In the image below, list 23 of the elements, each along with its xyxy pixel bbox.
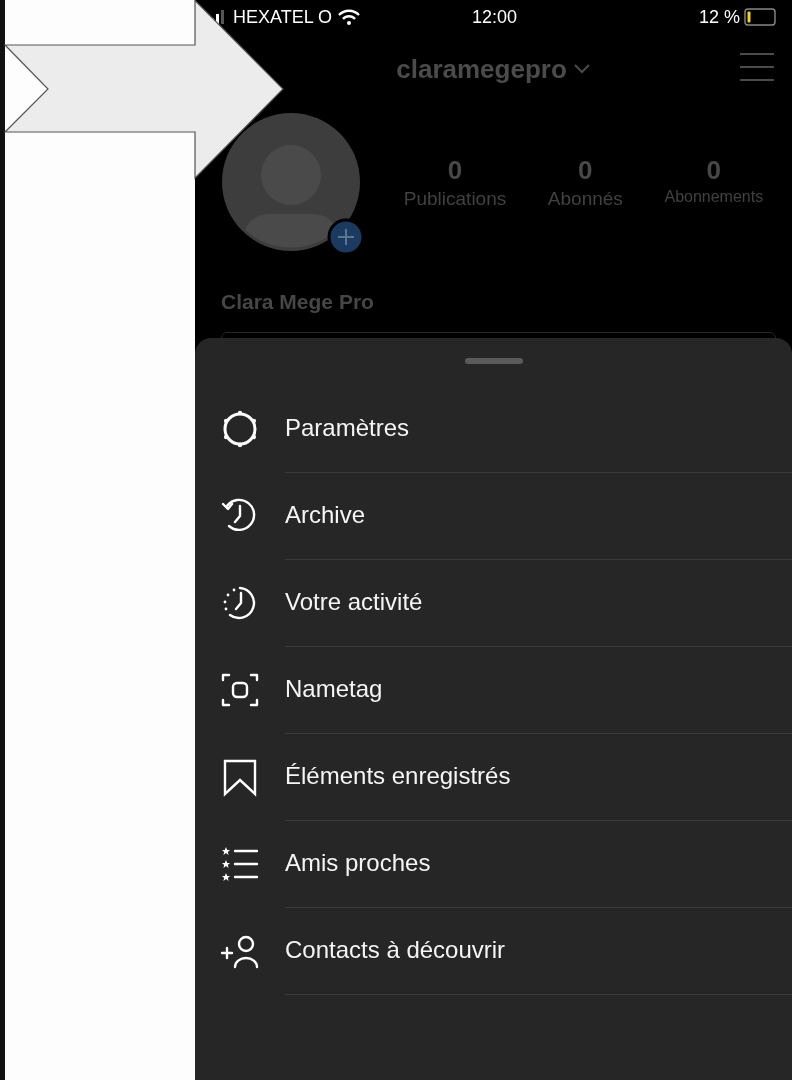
battery-percent: 12 % bbox=[698, 6, 740, 28]
stat-label: Abonnés bbox=[547, 187, 623, 210]
menu-item[interactable]: Archive bbox=[285, 501, 366, 529]
stat-count: 0 bbox=[578, 154, 593, 186]
clock-time: 12:00 bbox=[471, 6, 517, 28]
add-icon[interactable] bbox=[327, 218, 365, 256]
menu-icon[interactable] bbox=[740, 52, 774, 82]
carrier-name: HEXATEL O bbox=[233, 6, 333, 28]
menu-item[interactable]: Votre activité bbox=[285, 588, 423, 616]
wifi-icon bbox=[338, 9, 361, 25]
drag-handle[interactable] bbox=[464, 358, 523, 364]
battery-icon bbox=[744, 8, 778, 26]
menu-item[interactable]: Amis proches bbox=[285, 849, 431, 877]
profile-name: Clara Mege Pro bbox=[221, 290, 374, 314]
stat-label: Publications bbox=[403, 187, 507, 210]
menu-item[interactable]: Contacts à découvrir bbox=[285, 936, 506, 964]
stat-label: Abonnements bbox=[664, 187, 764, 206]
stat-count: 0 bbox=[706, 154, 722, 186]
menu-item[interactable]: Éléments enregistrés bbox=[285, 762, 511, 790]
chevron-down-icon[interactable] bbox=[572, 63, 591, 75]
menu-item[interactable]: Paramètres bbox=[285, 414, 410, 442]
stat-count: 0 bbox=[447, 154, 463, 186]
menu-item[interactable]: Nametag bbox=[285, 675, 383, 703]
